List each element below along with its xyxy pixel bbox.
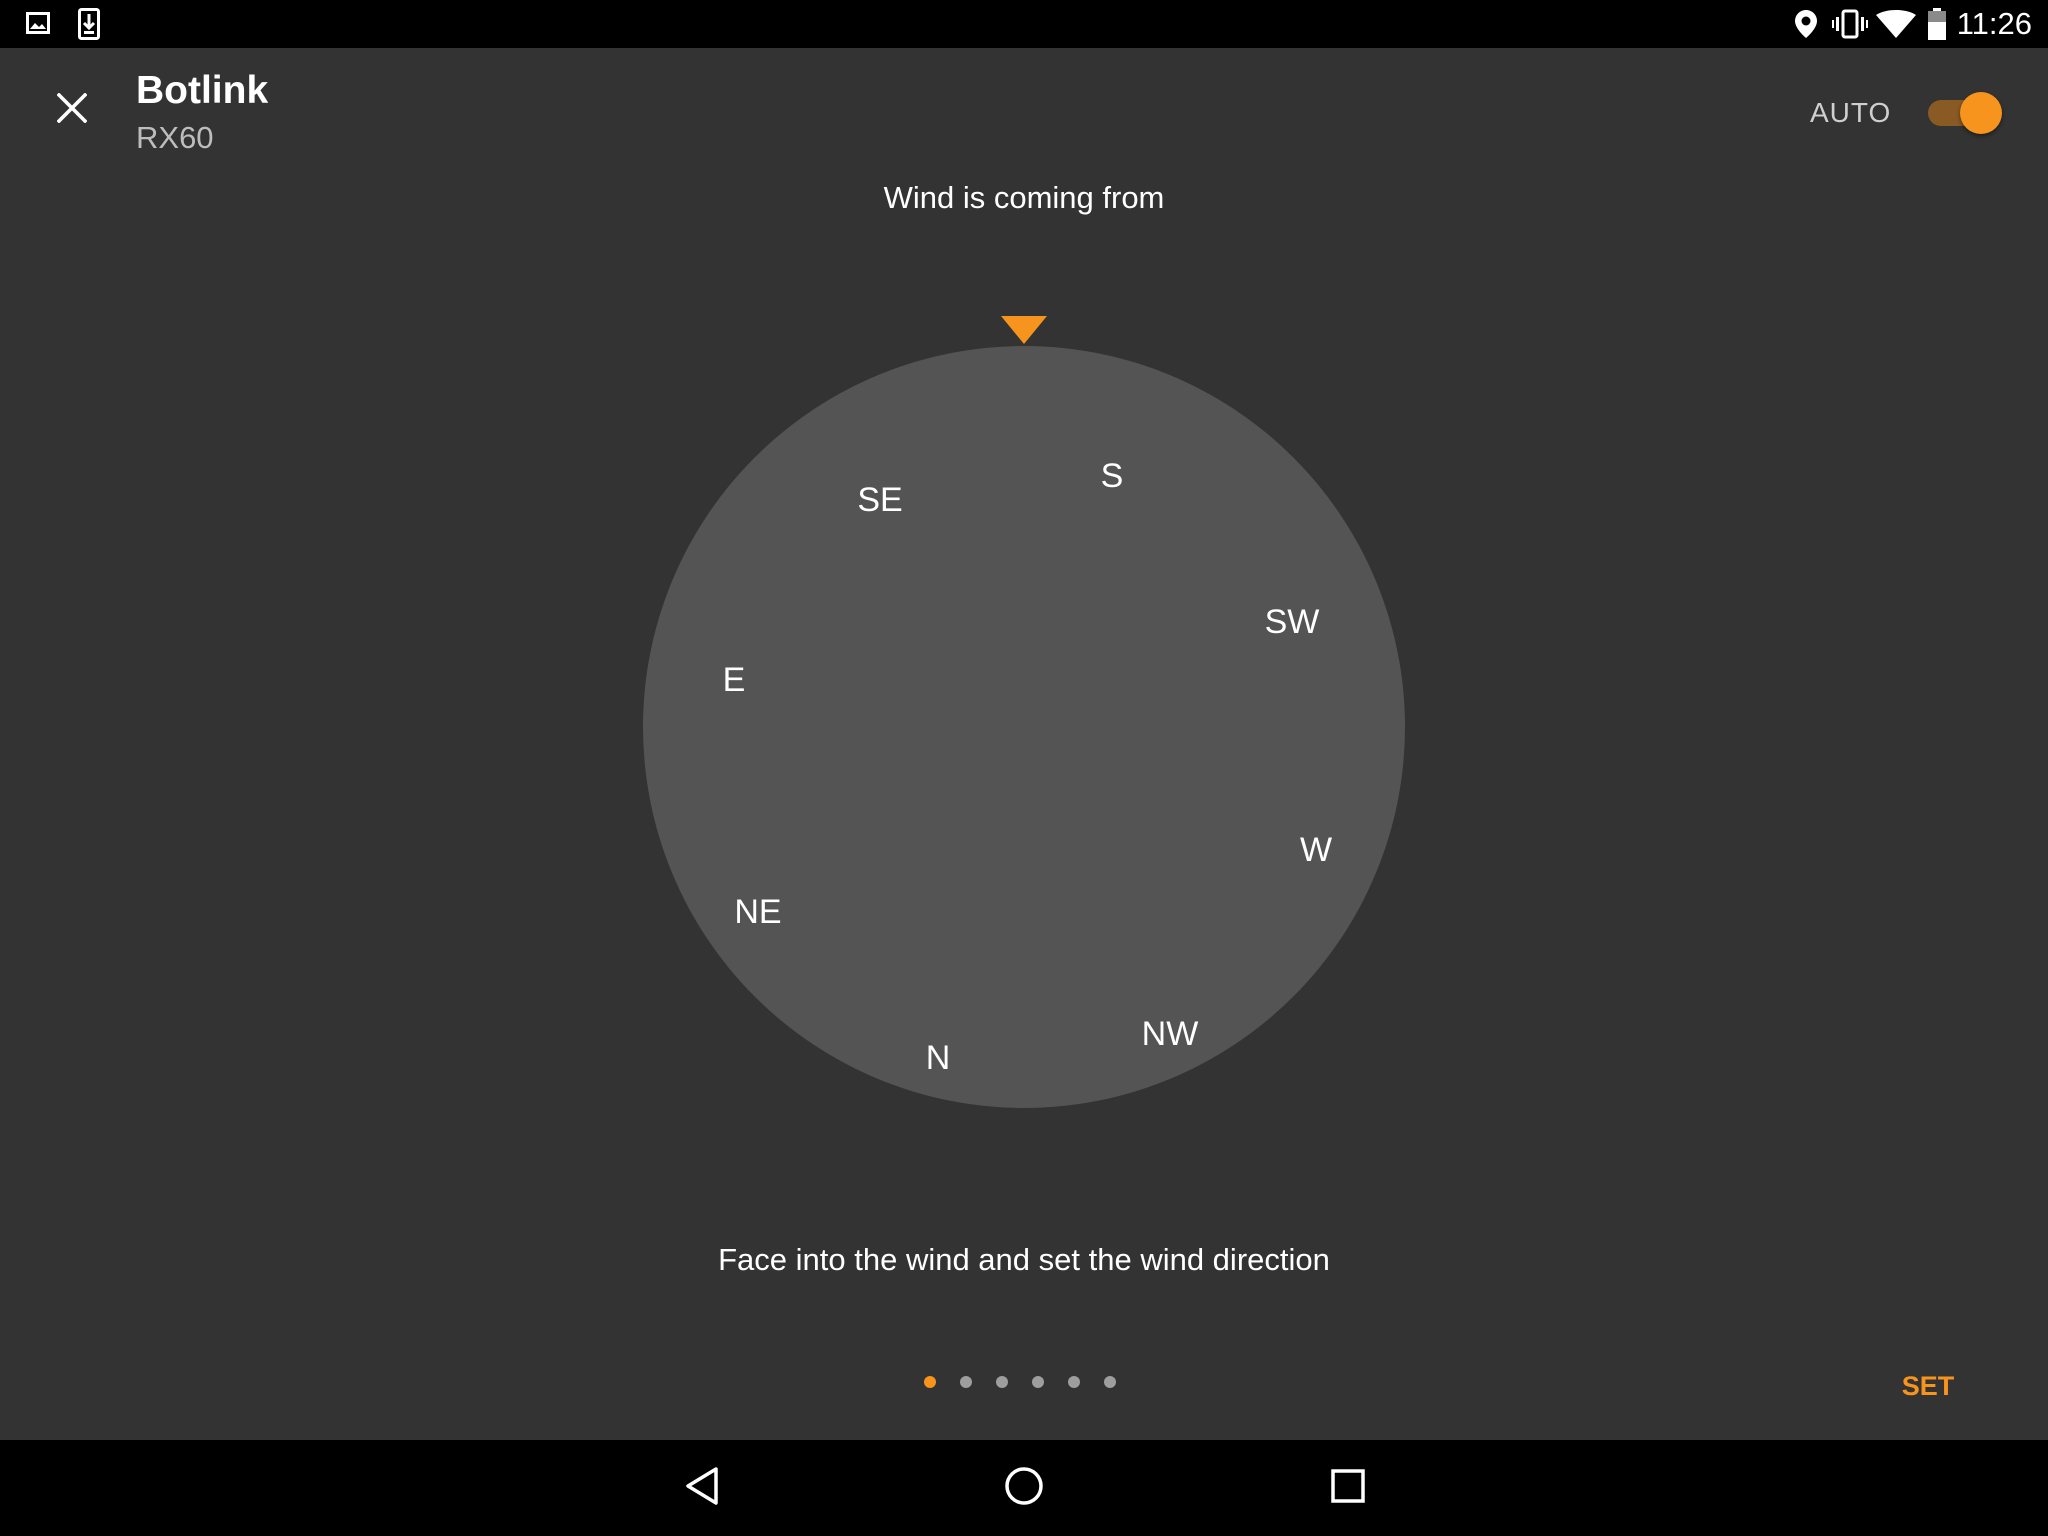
instruction-text: Face into the wind and set the wind dire…: [718, 1242, 1330, 1277]
compass-dial[interactable]: S SE SW E W NE NW N: [643, 346, 1405, 1108]
compass-label-ne: NE: [734, 893, 782, 931]
home-icon: [1004, 1466, 1044, 1511]
compass-label-s: S: [1100, 457, 1124, 495]
direction-pointer-icon: [1001, 316, 1047, 344]
page-dot-4: [1032, 1376, 1044, 1388]
recents-icon: [1330, 1468, 1366, 1509]
compass-label-nw: NW: [1141, 1015, 1199, 1053]
compass-label-w: W: [1299, 831, 1333, 869]
wifi-icon: [1876, 10, 1916, 43]
wind-direction-dial: S SE SW E W NE NW N: [642, 316, 1406, 1110]
page-dot-6: [1104, 1376, 1116, 1388]
page-dot-3: [996, 1376, 1008, 1388]
vibrate-icon: [1832, 9, 1868, 44]
compass-label-n: N: [925, 1039, 951, 1077]
image-icon: [26, 12, 50, 39]
app-title: Botlink: [136, 69, 269, 112]
wind-prompt: Wind is coming from: [883, 180, 1165, 215]
device-model: RX60: [136, 120, 214, 155]
set-button[interactable]: SET: [1886, 1366, 1970, 1406]
close-button[interactable]: [44, 82, 100, 138]
toggle-thumb: [1960, 92, 2002, 134]
navigation-bar: [0, 1440, 2048, 1536]
page-dot-5: [1068, 1376, 1080, 1388]
page-dot-2: [960, 1376, 972, 1388]
status-bar: 11:26: [0, 0, 2048, 48]
back-icon: [684, 1466, 720, 1511]
battery-icon: [1928, 8, 1946, 45]
status-time: 11:26: [1956, 6, 2032, 41]
compass-label-se: SE: [857, 481, 903, 519]
recents-button[interactable]: [1316, 1456, 1380, 1520]
compass-label-e: E: [722, 661, 746, 699]
page-dot-1: [924, 1376, 936, 1388]
back-button[interactable]: [670, 1456, 734, 1520]
download-icon: [78, 8, 100, 45]
compass-label-sw: SW: [1264, 603, 1320, 641]
close-icon: [56, 91, 88, 128]
auto-label: AUTO: [1810, 97, 1892, 128]
home-button[interactable]: [992, 1456, 1056, 1520]
auto-toggle[interactable]: [1928, 92, 2002, 134]
location-icon: [1794, 9, 1818, 44]
